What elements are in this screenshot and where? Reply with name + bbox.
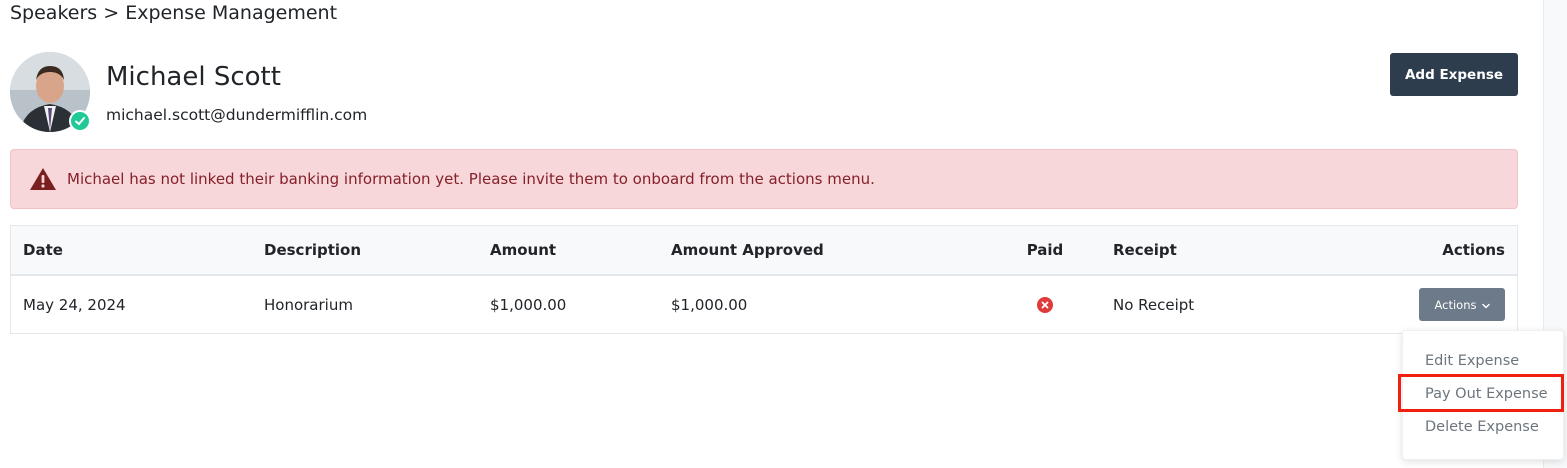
x-circle-icon: [1037, 296, 1053, 313]
highlight-box: [1398, 374, 1564, 412]
breadcrumb-separator: >: [103, 2, 120, 24]
column-header-receipt: Receipt: [1113, 241, 1177, 259]
speaker-name: Michael Scott: [106, 62, 281, 92]
actions-dropdown-button[interactable]: Actions: [1419, 288, 1505, 321]
breadcrumb-speakers[interactable]: Speakers: [10, 2, 97, 24]
cell-amount-approved: $1,000.00: [671, 295, 748, 314]
cell-paid: [1025, 276, 1065, 333]
cell-date: May 24, 2024: [23, 295, 126, 314]
column-header-paid: Paid: [1026, 241, 1064, 259]
alert-message: Michael has not linked their banking inf…: [67, 170, 875, 188]
cell-description: Honorarium: [264, 295, 353, 314]
expenses-table: Date Description Amount Amount Approved …: [10, 225, 1518, 334]
table-header: Date Description Amount Amount Approved …: [11, 226, 1517, 276]
breadcrumb: Speakers > Expense Management: [10, 2, 337, 24]
actions-button-label: Actions: [1434, 297, 1477, 312]
check-circle-icon: [69, 110, 91, 132]
breadcrumb-current: Expense Management: [125, 2, 338, 24]
add-expense-button[interactable]: Add Expense: [1390, 53, 1518, 96]
avatar-container: [10, 52, 91, 132]
warning-triangle-icon: [29, 166, 59, 192]
chevron-down-icon: [1481, 298, 1490, 312]
cell-amount: $1,000.00: [490, 295, 567, 314]
menu-item-delete-expense[interactable]: Delete Expense: [1425, 419, 1539, 435]
column-header-date: Date: [23, 241, 63, 259]
menu-item-edit-expense[interactable]: Edit Expense: [1425, 353, 1519, 369]
column-header-amount-approved: Amount Approved: [671, 241, 824, 259]
banking-alert: Michael has not linked their banking inf…: [10, 149, 1518, 209]
table-row: May 24, 2024 Honorarium $1,000.00 $1,000…: [11, 276, 1517, 333]
column-header-description: Description: [264, 241, 362, 259]
speaker-header: Michael Scott michael.scott@dundermiffli…: [10, 52, 1518, 136]
column-header-amount: Amount: [490, 241, 557, 259]
cell-receipt: No Receipt: [1113, 295, 1195, 314]
cell-actions: Actions: [1419, 276, 1505, 333]
speaker-email: michael.scott@dundermifflin.com: [106, 106, 368, 124]
column-header-actions: Actions: [1442, 241, 1505, 259]
